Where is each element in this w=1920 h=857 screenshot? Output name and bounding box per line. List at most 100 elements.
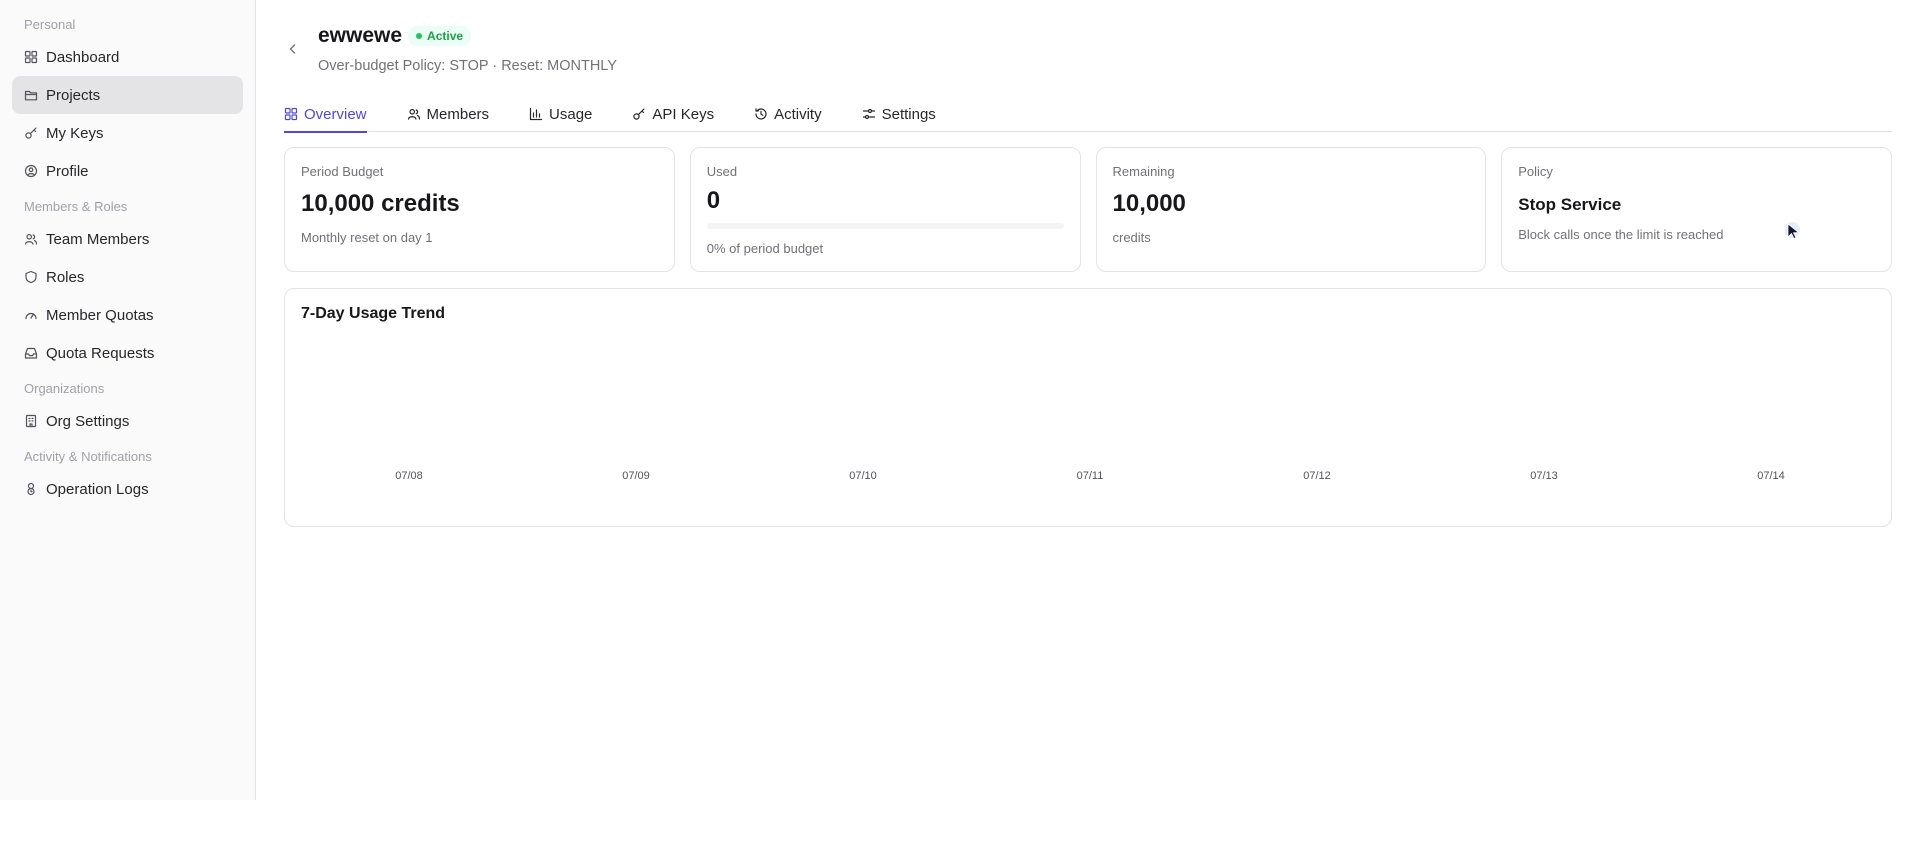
tab-settings[interactable]: Settings bbox=[862, 96, 936, 132]
folder-icon bbox=[24, 90, 38, 101]
tab-members[interactable]: Members bbox=[407, 96, 490, 132]
sidebar-item-label: Dashboard bbox=[46, 48, 120, 66]
inbox-icon-wrap bbox=[24, 346, 38, 360]
used-card: Used 0 0% of period budget bbox=[689, 147, 1081, 272]
status-badge-label: Active bbox=[427, 29, 464, 43]
sidebar: Personal Dashboard Projects My Keys Profile M… bbox=[0, 0, 256, 800]
sidebar-section-label: Personal bbox=[24, 17, 76, 32]
users-icon bbox=[407, 109, 420, 120]
card-value: 0 bbox=[706, 187, 721, 214]
sidebar-item-org-settings[interactable]: Org Settings bbox=[12, 402, 243, 440]
folder-icon-wrap bbox=[24, 88, 38, 102]
x-tick-label: 07/08 bbox=[395, 470, 423, 482]
tab-api-keys[interactable]: API Keys bbox=[632, 96, 714, 132]
card-label: Remaining bbox=[1112, 164, 1175, 179]
key-icon-wrap bbox=[632, 107, 646, 121]
tab-label: Members bbox=[426, 105, 490, 123]
grid-icon bbox=[24, 50, 38, 64]
tab-bar: Overview Members Usage API Keys Activity Sett… bbox=[284, 96, 1892, 133]
page-header: ewwewe Active Over-budget Policy: STOP ·… bbox=[284, 24, 1892, 74]
history-icon-wrap bbox=[754, 107, 768, 121]
card-subtext: credits bbox=[1112, 230, 1151, 245]
users-icon-wrap bbox=[24, 232, 38, 246]
tab-label: Activity bbox=[774, 105, 822, 123]
sliders-icon bbox=[862, 108, 875, 120]
mouse-cursor-icon bbox=[1785, 222, 1800, 240]
building-icon bbox=[25, 414, 37, 428]
sliders-icon-wrap bbox=[862, 107, 876, 121]
user-circle-icon-wrap bbox=[24, 164, 38, 178]
sidebar-item-roles[interactable]: Roles bbox=[12, 258, 243, 296]
card-value: 10,000 bbox=[1112, 190, 1186, 217]
status-badge: Active bbox=[408, 26, 472, 46]
sidebar-item-label: Org Settings bbox=[46, 412, 130, 430]
x-tick-label: 07/12 bbox=[1303, 470, 1331, 482]
card-subtext: Monthly reset on day 1 bbox=[301, 230, 433, 245]
sidebar-item-profile[interactable]: Profile bbox=[12, 152, 243, 190]
x-tick-label: 07/09 bbox=[622, 470, 650, 482]
grid-icon-wrap bbox=[24, 50, 38, 64]
back-button[interactable] bbox=[284, 40, 302, 58]
card-value: Stop Service bbox=[1518, 195, 1622, 214]
tab-overview[interactable]: Overview bbox=[284, 96, 367, 133]
status-dot-icon bbox=[416, 33, 423, 39]
sidebar-item-label: Member Quotas bbox=[46, 306, 154, 324]
key-icon-wrap bbox=[24, 126, 38, 140]
sidebar-section-label: Activity & Notifications bbox=[24, 449, 152, 464]
tab-label: Settings bbox=[881, 105, 936, 123]
sidebar-item-projects[interactable]: Projects bbox=[12, 76, 243, 114]
card-label: Period Budget bbox=[301, 164, 384, 179]
users-icon-wrap bbox=[407, 107, 421, 121]
card-subtext: Block calls once the limit is reached bbox=[1518, 227, 1724, 242]
card-label: Policy bbox=[1518, 164, 1553, 179]
page-title: ewwewe bbox=[318, 24, 403, 47]
shield-icon-wrap bbox=[24, 270, 38, 284]
usage-trend-chart: 07/08 07/09 07/10 07/11 07/12 07/13 07/14 bbox=[395, 470, 1785, 482]
sidebar-section-label: Members & Roles bbox=[24, 199, 128, 214]
history-icon bbox=[755, 108, 767, 120]
logs-icon bbox=[27, 482, 35, 496]
sidebar-item-label: Projects bbox=[46, 86, 101, 104]
users-icon bbox=[24, 234, 38, 245]
remaining-card: Remaining 10,000 credits bbox=[1095, 147, 1487, 272]
sidebar-section-label: Organizations bbox=[24, 381, 105, 396]
sidebar-item-label: Profile bbox=[46, 162, 89, 180]
sidebar-item-quota-requests[interactable]: Quota Requests bbox=[12, 334, 243, 372]
bar-chart-icon-wrap bbox=[529, 107, 543, 121]
grid-icon bbox=[284, 107, 298, 121]
shield-icon bbox=[25, 270, 37, 284]
app-window: Personal Dashboard Projects My Keys Profile M… bbox=[0, 0, 1920, 800]
main-content: ewwewe Active Over-budget Policy: STOP ·… bbox=[256, 0, 1920, 800]
bar-chart-icon bbox=[529, 107, 543, 121]
card-subtext: 0% of period budget bbox=[706, 241, 824, 256]
x-tick-label: 07/10 bbox=[849, 470, 877, 482]
tab-label: API Keys bbox=[652, 105, 715, 123]
tab-activity[interactable]: Activity bbox=[754, 96, 822, 132]
sidebar-item-my-keys[interactable]: My Keys bbox=[12, 114, 243, 152]
chart-title: 7-Day Usage Trend bbox=[301, 305, 446, 322]
card-label: Used bbox=[706, 164, 738, 179]
user-circle-icon bbox=[24, 164, 38, 178]
sidebar-item-label: Quota Requests bbox=[46, 344, 155, 362]
tab-label: Usage bbox=[549, 105, 593, 123]
gauge-icon bbox=[25, 312, 37, 320]
chevron-left-icon bbox=[289, 44, 296, 54]
sidebar-item-label: Operation Logs bbox=[46, 480, 149, 498]
sidebar-item-operation-logs[interactable]: Operation Logs bbox=[12, 470, 243, 508]
sidebar-item-dashboard[interactable]: Dashboard bbox=[12, 38, 243, 76]
sidebar-item-label: Team Members bbox=[46, 230, 150, 248]
gauge-icon-wrap bbox=[24, 308, 38, 322]
logs-icon-wrap bbox=[24, 482, 38, 496]
period-budget-card: Period Budget 10,000 credits Monthly res… bbox=[284, 147, 675, 272]
sidebar-item-team-members[interactable]: Team Members bbox=[12, 220, 243, 258]
grid-icon-wrap bbox=[284, 107, 298, 121]
page-subtitle: Over-budget Policy: STOP · Reset: MONTHL… bbox=[318, 58, 617, 74]
key-icon bbox=[633, 108, 645, 120]
stats-cards: Period Budget 10,000 credits Monthly res… bbox=[284, 147, 1892, 272]
sidebar-item-member-quotas[interactable]: Member Quotas bbox=[12, 296, 243, 334]
inbox-icon bbox=[24, 347, 38, 359]
key-icon bbox=[25, 127, 37, 139]
x-tick-label: 07/13 bbox=[1530, 470, 1558, 482]
tab-usage[interactable]: Usage bbox=[529, 96, 592, 132]
building-icon-wrap bbox=[24, 414, 38, 428]
